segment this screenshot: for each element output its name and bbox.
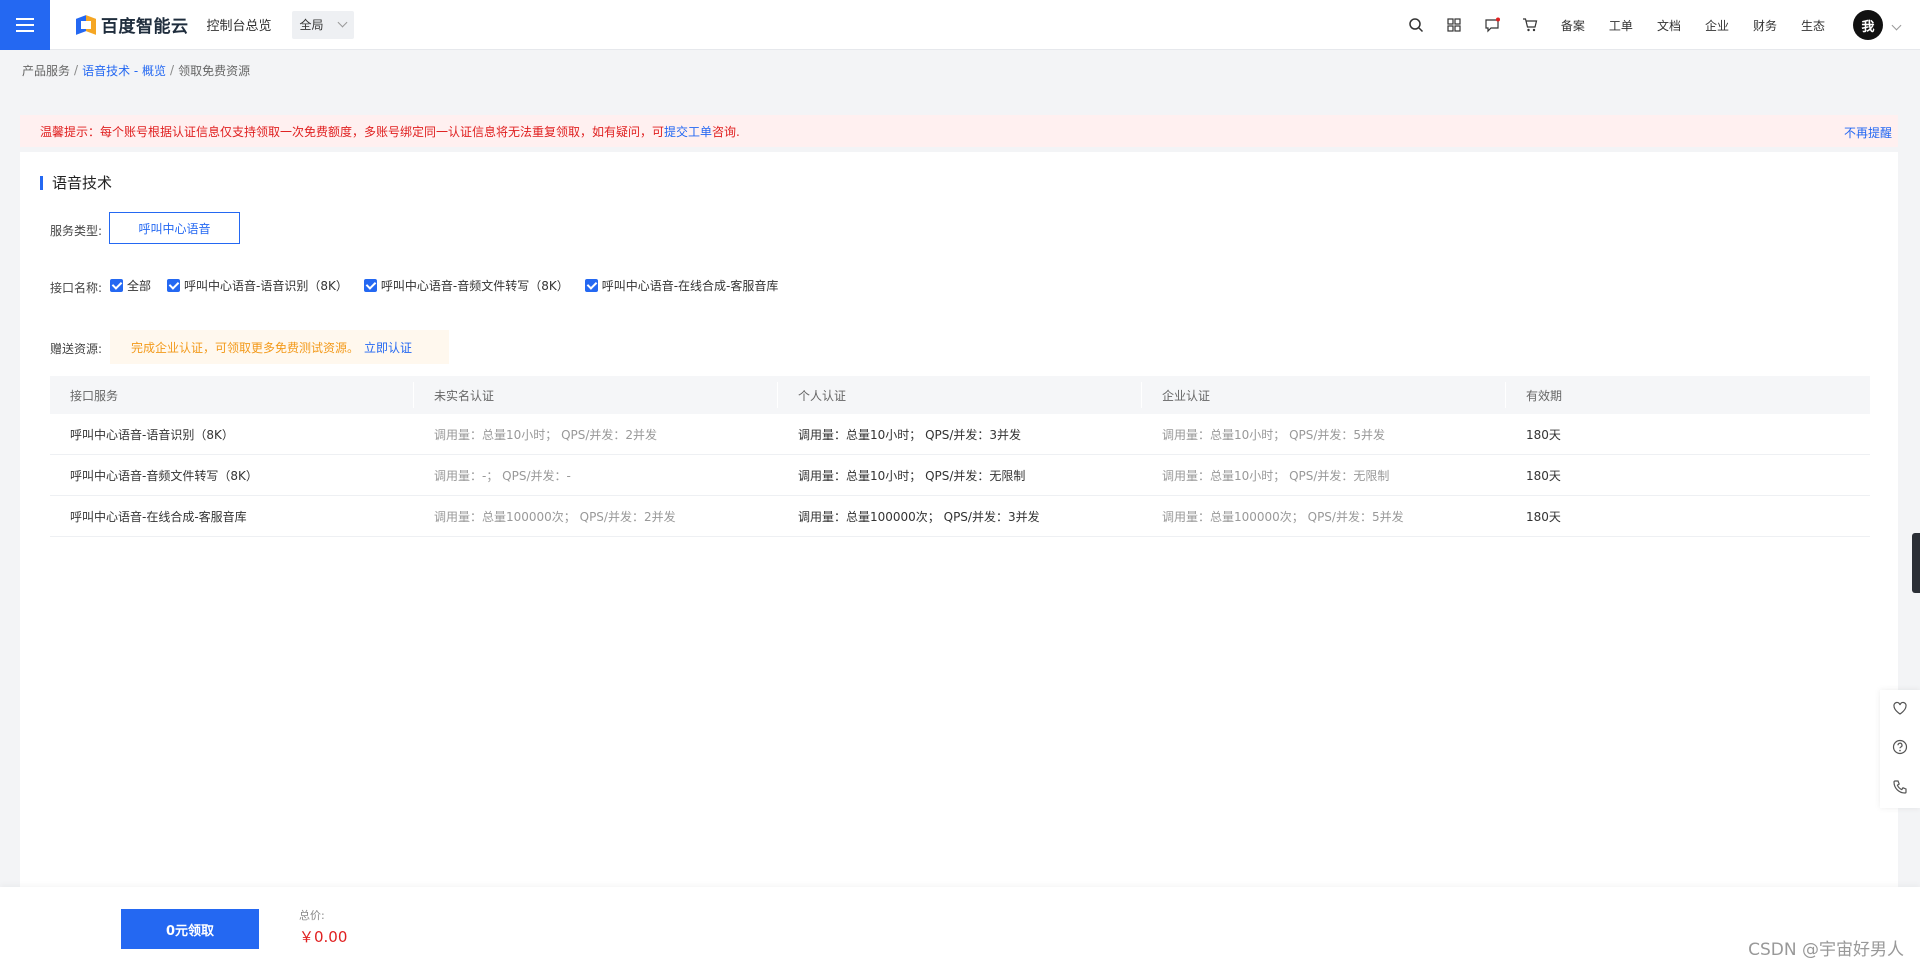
nav-link-beian[interactable]: 备案 (1561, 17, 1585, 34)
gift-text: 完成企业认证，可领取更多免费测试资源。 (131, 340, 360, 355)
help-icon[interactable] (1892, 739, 1908, 758)
breadcrumb-product-services[interactable]: 产品服务 (22, 62, 70, 79)
floating-toolbar (1880, 690, 1920, 808)
region-select[interactable]: 全局 (291, 10, 354, 39)
main-card: 语音技术 服务类型: 呼叫中心语音 接口名称: 全部 呼叫中心语音-语音识别（8… (20, 152, 1898, 887)
nav-link-finance[interactable]: 财务 (1753, 17, 1777, 34)
checkbox-checked-icon[interactable] (584, 279, 598, 292)
nav-link-ecosystem[interactable]: 生态 (1801, 17, 1825, 34)
warning-notice: 温馨提示：每个账号根据认证信息仅支持领取一次免费额度，多账号绑定同一认证信息将无… (20, 115, 1898, 147)
table-row: 呼叫中心语音-语音识别（8K） 调用量：总量10小时； QPS/并发：2并发 调… (50, 414, 1870, 455)
chevron-down-icon[interactable] (1891, 20, 1902, 30)
submit-ticket-link[interactable]: 提交工单 (664, 123, 712, 140)
api-checkbox-asr-8k[interactable]: 呼叫中心语音-语音识别（8K） (167, 277, 348, 294)
gift-resources-box: 完成企业认证，可领取更多免费测试资源。 立即认证 (110, 330, 449, 364)
top-right-tools: 备案 工单 文档 企业 财务 生态 我 (1397, 0, 1920, 50)
checkbox-checked-icon[interactable] (110, 279, 123, 292)
gift-resources-label: 赠送资源: (50, 342, 103, 356)
menu-icon[interactable] (0, 0, 50, 50)
verify-now-link[interactable]: 立即认证 (364, 339, 412, 356)
top-navigation-bar: 百度智能云 控制台总览 全局 备案 工单 文档 企业 财务 生态 我 (0, 0, 1920, 50)
resource-table: 接口服务 未实名认证 个人认证 企业认证 有效期 呼叫中心语音-语音识别（8K）… (50, 376, 1870, 537)
region-select-value: 全局 (299, 18, 324, 32)
col-unverified: 未实名认证 (414, 376, 778, 414)
breadcrumb-speech-overview[interactable]: 语音技术 - 概览 (82, 62, 166, 79)
table-row: 呼叫中心语音-在线合成-客服音库 调用量：总量100000次； QPS/并发：2… (50, 496, 1870, 537)
phone-icon[interactable] (1892, 779, 1908, 798)
logo-text: 百度智能云 (101, 17, 189, 37)
notice-text: 温馨提示：每个账号根据认证信息仅支持领取一次免费额度，多账号绑定同一认证信息将无… (40, 124, 665, 139)
heart-icon[interactable] (1892, 700, 1908, 719)
col-enterprise: 企业认证 (1142, 376, 1506, 414)
table-row: 呼叫中心语音-音频文件转写（8K） 调用量：-； QPS/并发：- 调用量：总量… (50, 455, 1870, 496)
claim-free-button[interactable]: 0元领取 (121, 909, 259, 949)
cart-icon[interactable] (1522, 17, 1538, 33)
dismiss-notice-link[interactable]: 不再提醒 (1844, 124, 1892, 141)
checkbox-checked-icon[interactable] (363, 279, 377, 292)
bottom-action-bar: 0元领取 总价: ￥0.00 CSDN @宇宙好男人 (0, 887, 1920, 969)
total-price-label: 总价: (299, 909, 325, 922)
api-checkbox-group: 全部 呼叫中心语音-语音识别（8K） 呼叫中心语音-音频文件转写（8K） 呼叫中… (110, 277, 794, 294)
grid-icon[interactable] (1446, 17, 1462, 33)
chevron-down-icon (337, 17, 347, 28)
nav-link-docs[interactable]: 文档 (1657, 17, 1681, 34)
console-overview-link[interactable]: 控制台总览 (207, 15, 272, 34)
col-validity: 有效期 (1526, 388, 1563, 403)
nav-link-enterprise[interactable]: 企业 (1705, 17, 1729, 34)
notice-text-end: 咨询. (712, 124, 740, 139)
service-type-label: 服务类型: (50, 224, 103, 238)
col-api-service: 接口服务 (50, 376, 414, 414)
breadcrumb-current: 领取免费资源 (178, 63, 251, 78)
side-panel-handle[interactable] (1912, 533, 1920, 593)
avatar[interactable]: 我 (1853, 10, 1883, 40)
logo-mark-icon (76, 14, 96, 35)
message-icon[interactable] (1484, 17, 1500, 33)
api-name-label: 接口名称: (50, 281, 103, 295)
service-type-option[interactable]: 呼叫中心语音 (109, 212, 240, 244)
total-price-value: ￥0.00 (299, 928, 348, 946)
api-checkbox-tts-service[interactable]: 呼叫中心语音-在线合成-客服音库 (584, 277, 778, 294)
api-checkbox-all[interactable]: 全部 (110, 277, 151, 294)
col-personal: 个人认证 (778, 376, 1142, 414)
checkbox-checked-icon[interactable] (167, 279, 181, 292)
section-title: 语音技术 (40, 172, 112, 193)
breadcrumb: 产品服务 / 语音技术 - 概览 / 领取免费资源 (0, 50, 1920, 90)
nav-link-ticket[interactable]: 工单 (1609, 17, 1633, 34)
table-header: 接口服务 未实名认证 个人认证 企业认证 有效期 (50, 376, 1870, 414)
api-checkbox-file-transcribe-8k[interactable]: 呼叫中心语音-音频文件转写（8K） (363, 277, 569, 294)
search-icon[interactable] (1408, 17, 1424, 33)
watermark: CSDN @宇宙好男人 (1748, 940, 1904, 960)
logo[interactable]: 百度智能云 (76, 12, 189, 37)
